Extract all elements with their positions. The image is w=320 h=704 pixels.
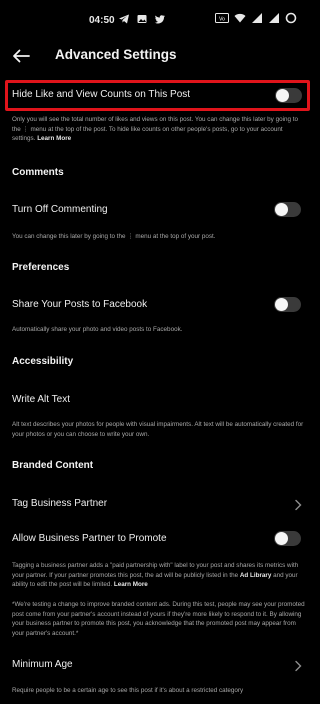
ad-library-link[interactable]: Ad Library: [240, 572, 272, 579]
hide-counts-learn-more-link[interactable]: Learn More: [37, 135, 71, 142]
chevron-right-icon: [295, 499, 302, 511]
write-alt-text-label: Write Alt Text: [12, 394, 70, 405]
system-icons: Vo: [215, 12, 297, 24]
allow-partner-promote-toggle[interactable]: [274, 531, 301, 546]
share-to-facebook-label: Share Your Posts to Facebook: [12, 299, 148, 310]
hide-counts-label: Hide Like and View Counts on This Post: [12, 89, 191, 100]
branded-content-description: Tagging a business partner adds a "paid …: [12, 561, 307, 590]
comments-section-title: Comments: [12, 167, 64, 178]
toggle-knob: [276, 89, 289, 102]
signal-icon: [252, 13, 262, 23]
page-title: Advanced Settings: [55, 47, 177, 62]
minimum-age-label: Minimum Age: [12, 659, 73, 670]
hide-counts-toggle[interactable]: [275, 88, 302, 103]
preferences-section-title: Preferences: [12, 262, 70, 273]
battery-icon: [285, 12, 297, 24]
svg-text:Vo: Vo: [219, 16, 225, 22]
alt-text-description: Alt text describes your photos for peopl…: [12, 421, 304, 438]
chevron-right-icon: [295, 660, 302, 672]
gallery-icon: [137, 15, 147, 23]
accessibility-section-title: Accessibility: [12, 356, 74, 367]
minimum-age-description: Require people to be a certain age to se…: [12, 687, 244, 694]
tag-business-partner-row[interactable]: Tag Business Partner: [0, 494, 317, 514]
volte-icon: Vo: [215, 13, 229, 23]
facebook-description: Automatically share your photo and video…: [12, 326, 183, 333]
allow-partner-promote-label: Allow Business Partner to Promote: [12, 533, 167, 544]
tag-business-partner-label: Tag Business Partner: [12, 498, 108, 509]
commenting-description: You can change this later by going to th…: [12, 233, 216, 240]
hide-counts-description: Only you will see the total number of li…: [12, 115, 307, 144]
back-button[interactable]: [9, 44, 33, 68]
status-time: 04:50: [89, 15, 115, 26]
wifi-icon: [234, 13, 246, 23]
telegram-icon: [119, 14, 129, 24]
branded-content-section-title: Branded Content: [12, 460, 94, 471]
branded-learn-more-link[interactable]: Learn More: [114, 581, 148, 588]
notification-icons: [118, 13, 166, 25]
hide-counts-row[interactable]: Hide Like and View Counts on This Post: [0, 84, 317, 108]
write-alt-text-row[interactable]: Write Alt Text: [0, 390, 317, 410]
allow-partner-promote-row[interactable]: Allow Business Partner to Promote: [0, 529, 317, 549]
signal-2-icon: [269, 13, 279, 23]
toggle-knob: [275, 298, 288, 311]
back-arrow-icon: [13, 49, 30, 63]
status-bar: 04:50 Vo: [0, 0, 317, 40]
share-to-facebook-toggle[interactable]: [274, 297, 301, 312]
turn-off-commenting-toggle[interactable]: [274, 202, 301, 217]
header: Advanced Settings: [0, 40, 317, 72]
twitter-icon: [154, 15, 165, 24]
minimum-age-row[interactable]: Minimum Age: [0, 655, 317, 675]
branded-content-note: *We're testing a change to improve brand…: [12, 601, 305, 637]
toggle-knob: [275, 532, 288, 545]
share-to-facebook-row[interactable]: Share Your Posts to Facebook: [0, 295, 317, 315]
turn-off-commenting-label: Turn Off Commenting: [12, 204, 108, 215]
turn-off-commenting-row[interactable]: Turn Off Commenting: [0, 200, 317, 220]
toggle-knob: [275, 203, 288, 216]
